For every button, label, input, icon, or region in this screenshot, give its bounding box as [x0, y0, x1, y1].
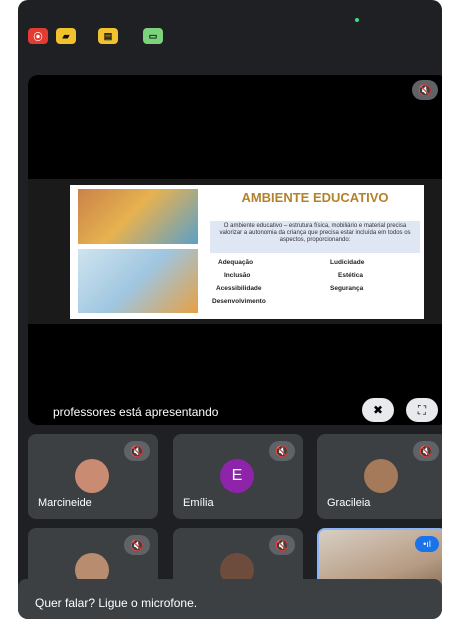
screenshot-frame: ⦿ ▰ ▤ ▭ 🔇 AMBIENTE EDUCATIVO O ambiente …: [0, 0, 459, 619]
toast-text: Quer falar? Ligue o microfone.: [35, 596, 198, 610]
participant-name: Emília: [183, 497, 214, 509]
participant-name: Gracileia: [327, 497, 371, 509]
meeting-screen: ⦿ ▰ ▤ ▭ 🔇 AMBIENTE EDUCATIVO O ambiente …: [18, 0, 442, 619]
slide-keyword: Adequação: [218, 259, 254, 266]
slide-keyword: Acessibilidade: [216, 285, 262, 292]
presenting-label: professores está apresentando: [53, 405, 219, 419]
fullscreen-icon[interactable]: ⛶: [406, 398, 438, 422]
mic-off-icon: 🔇: [269, 441, 295, 461]
camera-off-icon[interactable]: ▰: [56, 28, 76, 44]
avatar: [364, 459, 398, 493]
slide-keyword: Segurança: [330, 285, 364, 292]
sidebar-icon[interactable]: ▤: [98, 28, 118, 44]
record-icon[interactable]: ⦿: [28, 28, 48, 44]
pin-off-icon[interactable]: ✖: [362, 398, 394, 422]
slide-keyword: Ludicidade: [330, 259, 365, 266]
mic-off-icon: 🔇: [413, 441, 439, 461]
slide-content: AMBIENTE EDUCATIVO O ambiente educativo …: [70, 185, 424, 319]
classroom-photo-1: [78, 189, 198, 244]
participant-tile[interactable]: 🔇 Marcineide: [28, 434, 158, 519]
mic-off-icon: 🔇: [124, 535, 150, 555]
presentation-stage[interactable]: 🔇 AMBIENTE EDUCATIVO O ambiente educativ…: [28, 75, 442, 425]
slide-keyword: Desenvolvimento: [212, 298, 266, 305]
participant-name: Marcineide: [38, 497, 92, 509]
avatar: E: [220, 459, 254, 493]
mic-prompt-toast[interactable]: Quer falar? Ligue o microfone.: [18, 579, 442, 619]
shared-slide: AMBIENTE EDUCATIVO O ambiente educativo …: [28, 179, 442, 324]
slide-keyword: Inclusão: [224, 272, 251, 279]
status-dot: [355, 18, 359, 22]
slide-title: AMBIENTE EDUCATIVO: [241, 190, 389, 205]
mic-off-icon: 🔇: [124, 441, 150, 461]
slide-description: O ambiente educativo – estrutura física,…: [210, 221, 420, 253]
participant-tile[interactable]: 🔇 Gracileia: [317, 434, 442, 519]
display-icon[interactable]: ▭: [143, 28, 163, 44]
classroom-photo-2: [78, 249, 198, 313]
participant-tile[interactable]: 🔇 E Emília: [173, 434, 303, 519]
mic-off-icon: 🔇: [269, 535, 295, 555]
speaking-icon: •ıl: [415, 536, 439, 552]
avatar: [75, 459, 109, 493]
mic-off-icon: 🔇: [412, 80, 438, 100]
slide-keyword: Estética: [338, 272, 363, 279]
